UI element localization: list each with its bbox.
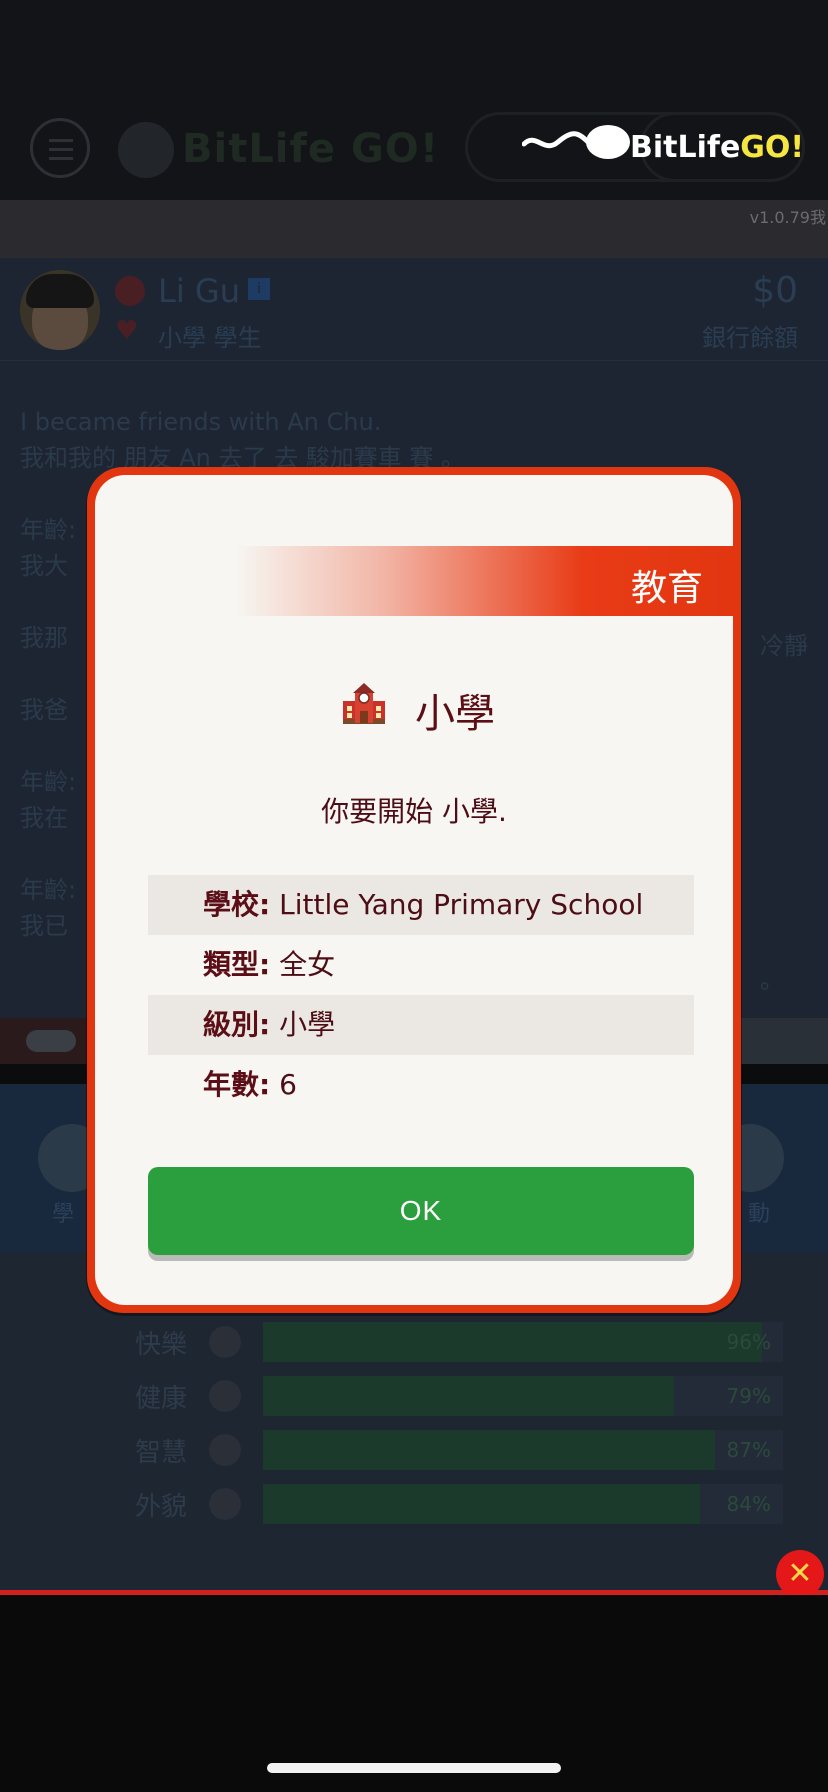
info-row-level: 級別: 小學: [148, 995, 694, 1055]
smile-icon: [209, 1326, 241, 1358]
version-bar: [0, 200, 828, 258]
modal-title: 小學: [415, 691, 495, 737]
stat-label: 外貌: [135, 1492, 188, 1522]
avatar[interactable]: [20, 270, 100, 350]
school-action-label: 學: [52, 1202, 75, 1227]
log-fragment: 。: [760, 966, 784, 994]
info-value: 全女: [279, 948, 336, 981]
heart-icon: ♥: [115, 316, 139, 346]
ad-brand-suffix: GO!: [740, 130, 805, 165]
screen: BitLife GO! BitLifeGO! v1.0.79我 ♥ Li Gu …: [0, 0, 828, 1792]
version-label: v1.0.79我: [749, 208, 826, 227]
info-row-type: 類型: 全女: [148, 935, 694, 995]
info-row-years: 年數: 6: [148, 1055, 694, 1115]
stat-percent: 79%: [726, 1384, 771, 1408]
category-label: 教育: [630, 568, 703, 609]
category-banner: 教育: [235, 546, 733, 616]
school-info-table: 學校: Little Yang Primary School 類型: 全女 級別…: [148, 875, 694, 1115]
stat-bar: 79%: [263, 1376, 783, 1416]
info-value: 6: [279, 1068, 297, 1101]
stat-percent: 84%: [726, 1492, 771, 1516]
info-key: 年數:: [203, 1068, 271, 1101]
activities-label: 動: [748, 1202, 771, 1227]
log-fragment: 冷靜: [760, 632, 808, 660]
character-status: 小學 學生: [158, 324, 262, 352]
log-entry: I became friends with An Chu. 我和我的 朋友 An …: [20, 408, 466, 472]
stat-percent: 87%: [726, 1438, 771, 1462]
stat-label: 快樂: [135, 1330, 188, 1360]
stat-bar: 84%: [263, 1484, 783, 1524]
info-row-school: 學校: Little Yang Primary School: [148, 875, 694, 935]
country-flag-icon: [115, 276, 145, 306]
stat-percent: 96%: [726, 1330, 771, 1354]
info-key: 學校:: [203, 888, 271, 921]
stat-row-smarts: 智慧 87%: [135, 1430, 795, 1470]
info-key: 類型:: [203, 948, 271, 981]
brain-icon: [209, 1434, 241, 1466]
ad-brand: BitLifeGO!: [630, 130, 804, 165]
looks-icon: [209, 1488, 241, 1520]
stat-row-health: 健康 79%: [135, 1376, 795, 1416]
ok-button-label: OK: [399, 1195, 443, 1226]
info-icon[interactable]: i: [248, 278, 270, 300]
menu-button[interactable]: [30, 118, 90, 178]
app-name: BitLife GO!: [182, 126, 440, 172]
heart-icon: [209, 1380, 241, 1412]
character-name[interactable]: Li Gu: [158, 272, 240, 310]
stat-row-happiness: 快樂 96%: [135, 1322, 795, 1362]
ok-button[interactable]: OK: [148, 1167, 694, 1255]
info-key: 級別:: [203, 1008, 271, 1041]
modal-body: 教育 小學 你要開始 小學. 學校: Little Yang Primary S…: [95, 475, 733, 1305]
stat-label: 健康: [135, 1384, 188, 1414]
bank-balance: $0: [752, 270, 798, 311]
ad-banner[interactable]: BitLifeGO!: [522, 122, 804, 172]
stat-bar: 96%: [263, 1322, 783, 1362]
ad-brand-main: BitLife: [630, 130, 741, 165]
bank-balance-label: 銀行餘額: [702, 324, 798, 352]
stat-bar: 87%: [263, 1430, 783, 1470]
stat-row-looks: 外貌 84%: [135, 1484, 795, 1524]
education-modal: 教育 小學 你要開始 小學. 學校: Little Yang Primary S…: [87, 467, 741, 1313]
school-building-icon: [343, 683, 385, 724]
sperm-logo-icon: [522, 125, 630, 159]
info-value: 小學: [279, 1008, 336, 1041]
modal-message: 你要開始 小學.: [321, 795, 507, 828]
app-logo: [118, 122, 174, 178]
close-ad-icon[interactable]: ✕: [776, 1550, 824, 1598]
divider: [0, 360, 828, 361]
sperm-icon: [26, 1030, 76, 1052]
info-value: Little Yang Primary School: [279, 888, 644, 921]
stat-label: 智慧: [135, 1438, 188, 1468]
home-indicator[interactable]: [267, 1763, 561, 1773]
